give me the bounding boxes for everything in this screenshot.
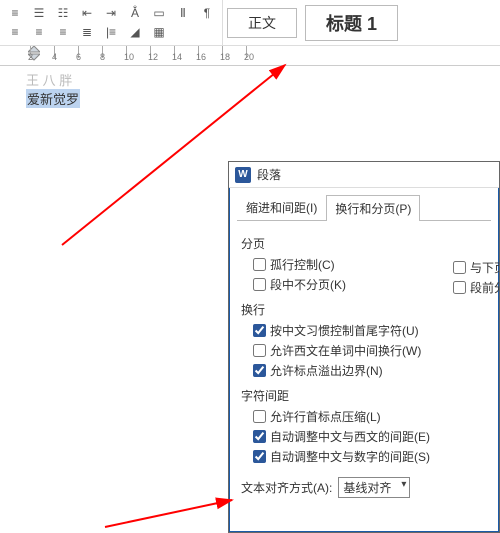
align-right-icon[interactable]: ≡ xyxy=(54,23,72,41)
shading-icon[interactable]: ◢ xyxy=(126,23,144,41)
indent-left-icon[interactable]: ⇤ xyxy=(78,4,96,22)
align-left-icon[interactable]: ≡ xyxy=(6,23,24,41)
row-latinwrap: 允许西文在单词中间换行(W) xyxy=(253,342,487,359)
cb-adjust-cjk-number[interactable] xyxy=(253,450,266,463)
ribbon-toolbar: ≡ ☰ ☷ ⇤ ⇥ A̐ ▭ Ⅱ ¶ ≡ ≡ ≡ ≣ |≡ ◢ ▦ 正文 标题 … xyxy=(0,0,500,46)
cb-hanging-punctuation[interactable] xyxy=(253,364,266,377)
borders-icon[interactable]: ▦ xyxy=(150,23,168,41)
tab-line-page-breaks[interactable]: 换行和分页(P) xyxy=(326,195,420,221)
cb-cjk-line-rules[interactable] xyxy=(253,324,266,337)
border-char-icon[interactable]: ▭ xyxy=(150,4,168,22)
ruler-tick: 2 xyxy=(30,46,31,58)
lbl-cjk: 按中文习惯控制首尾字符(U) xyxy=(270,322,419,339)
paragraph-group: ≡ ☰ ☷ ⇤ ⇥ A̐ ▭ Ⅱ ¶ ≡ ≡ ≡ ≣ |≡ ◢ ▦ xyxy=(0,0,223,45)
ruler-tick: 12 xyxy=(150,46,151,58)
row-orphan: 孤行控制(C) xyxy=(253,256,487,273)
lbl-cjklatin: 自动调整中文与西文的间距(E) xyxy=(270,428,430,445)
cb-compress-punctuation[interactable] xyxy=(253,410,266,423)
ruler-tick: 20 xyxy=(246,46,247,58)
lbl-withnext: 与下页 xyxy=(470,259,500,276)
row-compress: 允许行首标点压缩(L) xyxy=(253,408,487,425)
row-withnext: 与下页 xyxy=(453,259,500,276)
ruler-tick: 10 xyxy=(126,46,127,58)
lbl-hangpunct: 允许标点溢出边界(N) xyxy=(270,362,383,379)
dialog-body: 分页 孤行控制(C) 与下页 段中不分页(K) 段前分 换行 xyxy=(229,221,499,498)
ruler-tick: 6 xyxy=(78,46,79,58)
cb-orphan-control[interactable] xyxy=(253,258,266,271)
ruler-tick: 16 xyxy=(198,46,199,58)
ruler-tick: 18 xyxy=(222,46,223,58)
cb-keep-lines-together[interactable] xyxy=(253,278,266,291)
styles-gallery: 正文 标题 1 xyxy=(223,0,402,45)
word-app-icon: W xyxy=(235,167,251,183)
section-pagination: 分页 xyxy=(241,235,487,252)
lbl-orphan: 孤行控制(C) xyxy=(270,256,335,273)
row-hangpunct: 允许标点溢出边界(N) xyxy=(253,362,487,379)
row-cjklatin: 自动调整中文与西文的间距(E) xyxy=(253,428,487,445)
lbl-cjknum: 自动调整中文与数字的间距(S) xyxy=(270,448,430,465)
ruler-tick: 14 xyxy=(174,46,175,58)
showmarks-icon[interactable]: ¶ xyxy=(198,4,216,22)
row-text-alignment: 文本对齐方式(A): 基线对齐 xyxy=(241,477,487,498)
document-area[interactable]: 王 八 胖 爱新觉罗 xyxy=(0,66,500,112)
lbl-latinwrap: 允许西文在单词中间换行(W) xyxy=(270,342,421,359)
cb-latin-word-wrap[interactable] xyxy=(253,344,266,357)
lbl-compress: 允许行首标点压缩(L) xyxy=(270,408,381,425)
doc-selected-text: 爱新觉罗 xyxy=(26,89,80,108)
multilevel-icon[interactable]: ☷ xyxy=(54,4,72,22)
horizontal-ruler[interactable]: 2 4 6 8 10 12 14 16 18 20 xyxy=(0,46,500,66)
combo-text-alignment[interactable]: 基线对齐 xyxy=(338,477,410,498)
cb-keep-with-next[interactable] xyxy=(453,261,466,274)
cb-page-break-before[interactable] xyxy=(453,281,466,294)
indent-right-icon[interactable]: ⇥ xyxy=(102,4,120,22)
lbl-pagebreak: 段前分 xyxy=(470,279,500,296)
row-pagebreak: 段前分 xyxy=(453,279,500,296)
style-heading1[interactable]: 标题 1 xyxy=(305,5,398,41)
tab-indent-spacing[interactable]: 缩进和间距(I) xyxy=(237,194,326,220)
lbl-text-align: 文本对齐方式(A): xyxy=(241,479,332,496)
lbl-keeplines: 段中不分页(K) xyxy=(270,276,346,293)
ruby-icon[interactable]: A̐ xyxy=(126,4,144,22)
tabstop-icon[interactable]: Ⅱ xyxy=(174,4,192,22)
dialog-title: 段落 xyxy=(257,166,281,183)
dialog-titlebar[interactable]: W 段落 xyxy=(229,162,499,188)
linespacing-icon[interactable]: |≡ xyxy=(102,23,120,41)
paragraph-dialog: W 段落 缩进和间距(I) 换行和分页(P) 分页 孤行控制(C) 与下页 段中… xyxy=(228,161,500,533)
align-center-icon[interactable]: ≡ xyxy=(30,23,48,41)
row-cjk: 按中文习惯控制首尾字符(U) xyxy=(253,322,487,339)
dialog-tabs: 缩进和间距(I) 换行和分页(P) xyxy=(237,194,491,221)
ruler-tick: 8 xyxy=(102,46,103,58)
bullets-icon[interactable]: ≡ xyxy=(6,4,24,22)
align-justify-icon[interactable]: ≣ xyxy=(78,23,96,41)
style-normal[interactable]: 正文 xyxy=(227,8,297,38)
numbering-icon[interactable]: ☰ xyxy=(30,4,48,22)
row-keeplines: 段中不分页(K) xyxy=(253,276,487,293)
section-linebreak: 换行 xyxy=(241,301,487,318)
cb-adjust-cjk-latin[interactable] xyxy=(253,430,266,443)
row-cjknum: 自动调整中文与数字的间距(S) xyxy=(253,448,487,465)
section-char-spacing: 字符间距 xyxy=(241,387,487,404)
ruler-tick: 4 xyxy=(54,46,55,58)
doc-line-1: 王 八 胖 xyxy=(26,70,474,89)
